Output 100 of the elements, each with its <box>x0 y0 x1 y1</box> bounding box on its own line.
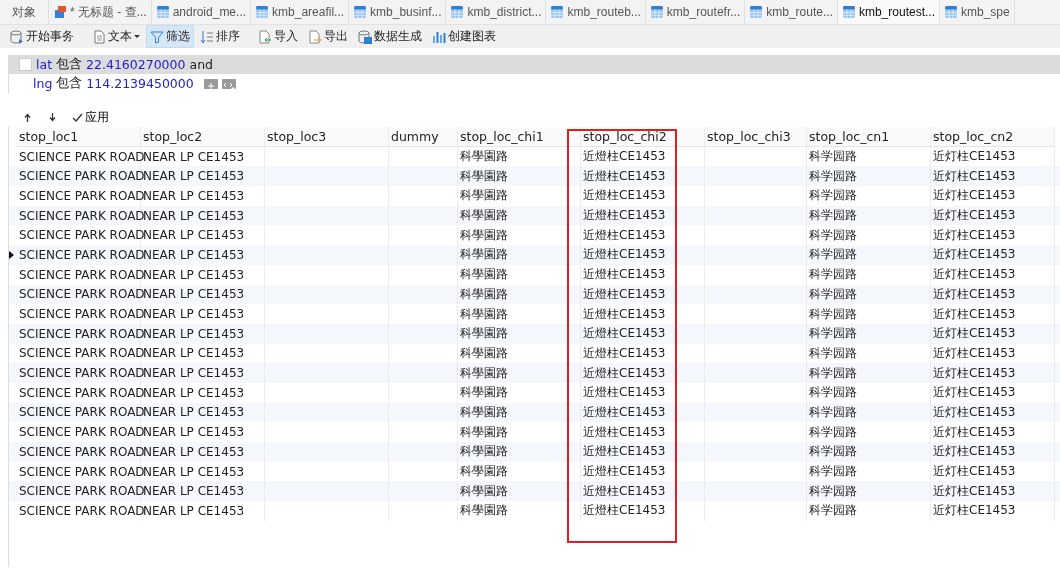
table-cell: 科學園路 <box>458 323 581 344</box>
table-cell: 近燈柱CE1453 <box>581 323 705 344</box>
filter-operator[interactable]: 包含 <box>56 56 83 73</box>
table-cell: 近燈柱CE1453 <box>581 304 705 324</box>
table-cell: 近燈柱CE1453 <box>581 363 705 383</box>
table-cell: 科學園路 <box>458 501 581 521</box>
table-icon <box>450 5 465 19</box>
apply-button[interactable]: 应用 <box>72 108 109 126</box>
tab[interactable]: kmb_spe <box>939 0 1015 24</box>
table-cell: 科学园路 <box>807 382 931 403</box>
chart-button[interactable]: 创建图表 <box>428 25 500 48</box>
table-icon <box>749 5 764 19</box>
tab[interactable]: kmb_route... <box>745 0 838 24</box>
tab[interactable]: 对象 <box>0 0 49 24</box>
table-cell: 近燈柱CE1453 <box>581 402 705 423</box>
table-icon <box>255 5 270 19</box>
filter-button[interactable]: 筛选 <box>146 25 194 48</box>
import-icon <box>258 29 272 44</box>
tab[interactable]: kmb_routest... <box>837 0 940 24</box>
document-icon <box>92 29 106 44</box>
table-cell: 科學園路 <box>458 402 581 423</box>
table-cell: 科學園路 <box>458 284 581 305</box>
tab[interactable]: kmb_areafil... <box>251 0 350 24</box>
table-cell: 科學園路 <box>458 186 581 206</box>
table-cell: 科學園路 <box>458 205 581 226</box>
table-cell: 近灯柱CE1453 <box>931 363 1055 383</box>
filter-joiner[interactable]: and <box>189 57 213 72</box>
filter-field[interactable]: lat <box>36 57 53 72</box>
table-cell: 科學園路 <box>458 481 581 502</box>
tab[interactable]: kmb_businf... <box>349 0 447 24</box>
column-header[interactable]: stop_loc2 <box>141 127 265 147</box>
transaction-button[interactable]: 开始事务 <box>6 25 78 48</box>
add-group-button[interactable] <box>221 78 236 89</box>
table-cell: 科學園路 <box>458 382 581 403</box>
table-cell: 近燈柱CE1453 <box>581 205 705 226</box>
tab[interactable]: * 无标题 - 查... <box>49 0 152 24</box>
bar-chart-icon <box>432 29 446 44</box>
table-cell: 科学园路 <box>807 166 931 187</box>
table-cell: 近灯柱CE1453 <box>931 205 1055 226</box>
table-cell: 近灯柱CE1453 <box>931 382 1055 403</box>
code-plus-icon <box>221 80 236 91</box>
table-cell: 近燈柱CE1453 <box>581 264 705 285</box>
table-cell: 科学园路 <box>807 245 931 265</box>
table-icon <box>841 5 856 19</box>
table-icon <box>155 5 170 19</box>
filter-icon <box>150 29 164 44</box>
table-cell: 近灯柱CE1453 <box>931 245 1055 265</box>
column-header[interactable]: dummy <box>389 127 458 147</box>
checkbox[interactable] <box>19 58 32 71</box>
column-header[interactable]: stop_loc3 <box>265 127 389 147</box>
table-cell: 近灯柱CE1453 <box>931 186 1055 206</box>
generate-button[interactable]: 数据生成 <box>354 25 426 48</box>
column-header[interactable]: stop_loc_cn2 <box>931 127 1055 147</box>
table-cell: 科学园路 <box>807 186 931 206</box>
table-cell: 近燈柱CE1453 <box>581 481 705 502</box>
table-cell: 科学园路 <box>807 501 931 521</box>
up-arrow-icon <box>22 111 33 123</box>
column-header[interactable]: stop_loc_chi3 <box>705 127 807 147</box>
table-cell: 近燈柱CE1453 <box>581 442 705 462</box>
filter-row[interactable]: lat 包含 22.4160270000 and <box>9 55 1060 74</box>
filter-field[interactable]: lng <box>33 76 53 91</box>
filter-row[interactable]: lng 包含 114.2139450000 <box>9 74 1060 93</box>
add-button[interactable] <box>203 78 218 89</box>
table-cell: 近灯柱CE1453 <box>931 323 1055 344</box>
filter-operator[interactable]: 包含 <box>56 75 83 92</box>
table-cell: 近灯柱CE1453 <box>931 264 1055 285</box>
sort-button[interactable]: 排序 <box>196 25 244 48</box>
table-cell: 科学园路 <box>807 481 931 502</box>
filter-value[interactable]: 114.2139450000 <box>86 76 194 91</box>
table-cell: 科學園路 <box>458 304 581 324</box>
table-cell: 科学园路 <box>807 264 931 285</box>
table-cell: 近燈柱CE1453 <box>581 501 705 521</box>
table-icon <box>943 5 958 19</box>
table-cell: 科学园路 <box>807 363 931 383</box>
tab[interactable]: kmb_district... <box>446 0 547 24</box>
check-icon <box>72 111 83 123</box>
column-header[interactable]: stop_loc1 <box>17 127 141 147</box>
table-cell: 近灯柱CE1453 <box>931 284 1055 305</box>
table-cell: 近燈柱CE1453 <box>581 166 705 187</box>
table-cell: 近灯柱CE1453 <box>931 442 1055 462</box>
column-header[interactable]: stop_loc_chi2 <box>581 127 705 147</box>
table-cell: 近灯柱CE1453 <box>931 501 1055 521</box>
text-button[interactable]: 文本 <box>88 25 144 48</box>
table-cell: 科学园路 <box>807 304 931 324</box>
export-button[interactable]: 导出 <box>304 25 352 48</box>
table-cell: 科學園路 <box>458 363 581 383</box>
column-header[interactable]: stop_loc_chi1 <box>458 127 581 147</box>
sort-icon <box>200 29 214 44</box>
down-arrow-icon <box>47 111 58 123</box>
database-icon <box>358 29 372 44</box>
tab[interactable]: kmb_routefr... <box>645 0 746 24</box>
tab[interactable]: android_me... <box>151 0 252 24</box>
table-cell: 科學園路 <box>458 245 581 265</box>
import-button[interactable]: 导入 <box>254 25 302 48</box>
table-cell: 近灯柱CE1453 <box>931 166 1055 187</box>
filter-value[interactable]: 22.4160270000 <box>86 57 186 72</box>
table-cell: 科学园路 <box>807 205 931 226</box>
table-cell: 近灯柱CE1453 <box>931 402 1055 423</box>
column-header[interactable]: stop_loc_cn1 <box>807 127 931 147</box>
tab[interactable]: kmb_routeb... <box>546 0 646 24</box>
